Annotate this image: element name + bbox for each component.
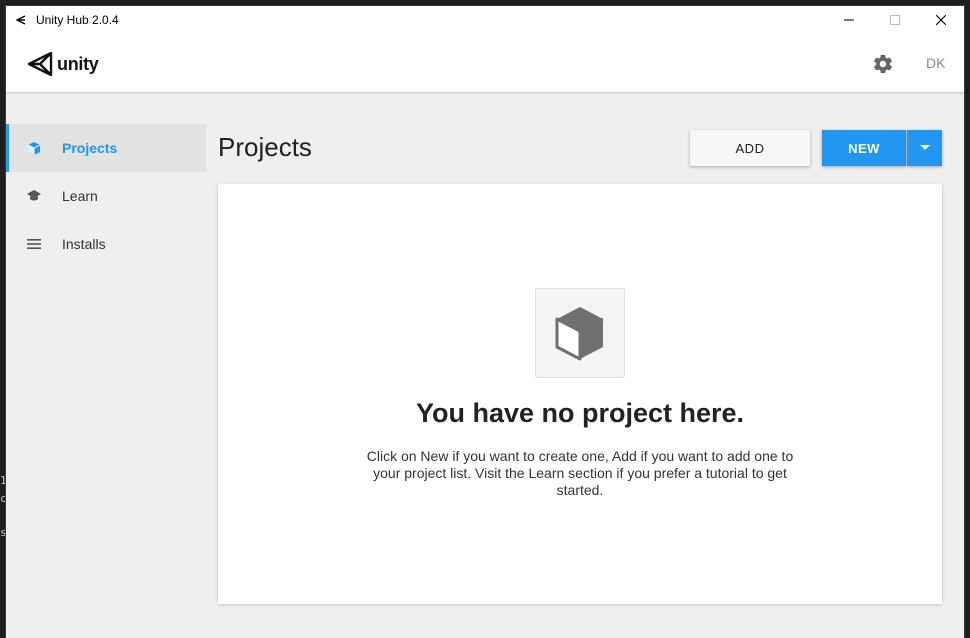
chevron-down-icon — [919, 145, 930, 150]
sidebar-item-learn[interactable]: Learn — [6, 172, 206, 220]
list-icon — [26, 236, 42, 252]
unity-logo: unity — [27, 52, 99, 76]
unity-logo-icon — [27, 52, 53, 76]
close-icon — [936, 15, 946, 25]
sidebar-item-projects[interactable]: Projects — [6, 124, 206, 172]
window-controls — [826, 6, 964, 34]
sidebar-item-label: Projects — [62, 140, 118, 156]
user-avatar[interactable]: DK — [926, 55, 945, 71]
empty-state-description: Click on New if you want to create one, … — [366, 448, 794, 498]
sidebar: Projects Learn Installs — [6, 124, 206, 268]
logo-text: unity — [57, 53, 99, 74]
app-header: unity DK — [6, 34, 964, 93]
close-button[interactable] — [918, 6, 964, 34]
sidebar-item-label: Installs — [62, 236, 106, 252]
maximize-icon — [890, 15, 900, 25]
settings-button[interactable] — [872, 53, 894, 75]
gear-icon — [874, 54, 892, 74]
sidebar-item-installs[interactable]: Installs — [6, 220, 206, 268]
cube-icon — [555, 307, 604, 361]
empty-state-title: You have no project here. — [415, 398, 745, 428]
cube-icon — [26, 140, 42, 156]
window-title: Unity Hub 2.0.4 — [36, 13, 119, 27]
new-project-dropdown-button[interactable] — [907, 130, 942, 166]
unity-app-icon — [16, 14, 28, 26]
new-project-button[interactable]: NEW — [822, 130, 906, 166]
page-title: Projects — [218, 132, 312, 162]
unity-hub-window: Unity Hub 2.0.4 unity DK Projects Learn … — [6, 6, 964, 638]
add-project-button[interactable]: ADD — [690, 130, 810, 166]
title-bar: Unity Hub 2.0.4 — [6, 6, 964, 34]
empty-state-icon-box — [535, 288, 625, 378]
graduation-cap-icon — [26, 188, 42, 204]
minimize-button[interactable] — [826, 6, 872, 34]
projects-panel: You have no project here. Click on New i… — [218, 184, 942, 604]
sidebar-item-label: Learn — [62, 188, 98, 204]
minimize-icon — [844, 19, 854, 21]
maximize-button[interactable] — [872, 6, 918, 34]
